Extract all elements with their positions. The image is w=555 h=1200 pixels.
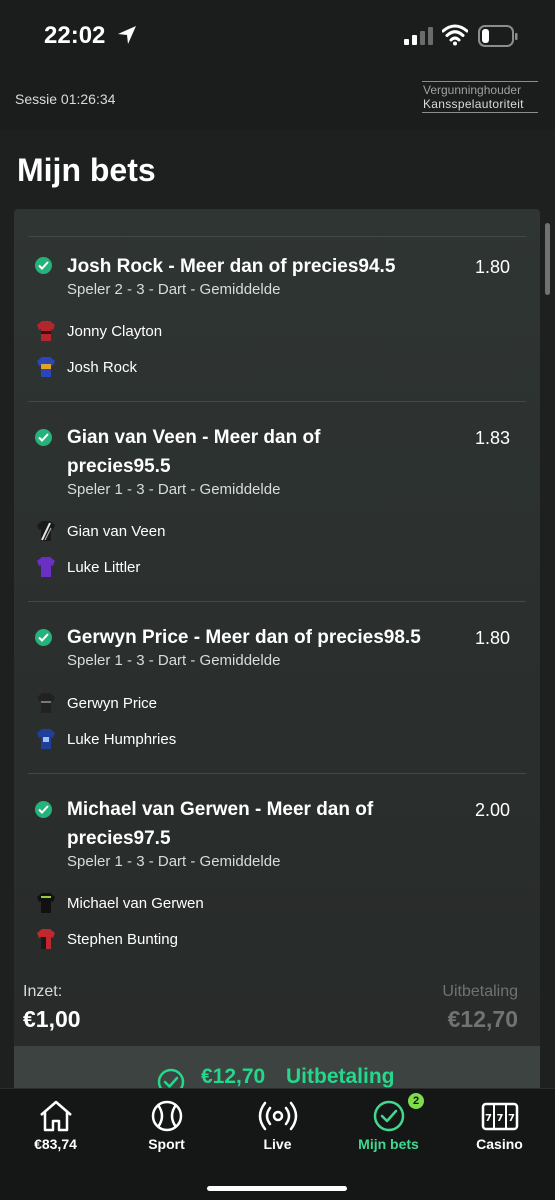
payout-label: Uitbetaling (442, 983, 518, 1000)
session-timer: Sessie 01:26:34 (15, 91, 116, 107)
cellular-signal-icon (404, 27, 433, 45)
bets-count-badge: 2 (408, 1093, 424, 1109)
won-check-icon (35, 629, 52, 646)
player-name: Michael van Gerwen (67, 895, 204, 912)
player-name: Josh Rock (67, 359, 138, 376)
bet-item[interactable]: Gerwyn Price - Meer dan of precies98.5 1… (28, 601, 526, 773)
player-shirt-icon (37, 357, 55, 377)
player-name: Gerwyn Price (67, 695, 158, 712)
license-badge[interactable]: Vergunninghouder Kansspelautoriteit (422, 81, 538, 113)
stake-label: Inzet: (23, 983, 63, 1000)
won-check-icon (35, 257, 52, 274)
bet-item[interactable]: Gian van Veen - Meer dan of precies95.5 … (28, 401, 526, 601)
player-name: Stephen Bunting (67, 931, 178, 948)
location-arrow-icon (118, 26, 136, 44)
status-bar: 22:02 (0, 0, 555, 76)
nav-item-casino[interactable]: 7 7 7 Casino (444, 1089, 555, 1159)
slot-machine-icon: 7 7 7 (481, 1102, 519, 1131)
home-indicator[interactable] (207, 1186, 347, 1191)
player-name: Jonny Clayton (67, 323, 163, 340)
bet-title: Gerwyn Price - Meer dan of precies98.5 (67, 623, 421, 652)
nav-label: Live (263, 1136, 292, 1152)
tennis-ball-icon (151, 1100, 183, 1132)
nav-item-my-bets[interactable]: Mijn bets (333, 1089, 444, 1159)
home-icon (40, 1100, 72, 1132)
bet-title-line: Josh Rock - Meer dan of precies94.5 (67, 256, 396, 277)
bottom-nav: €83,74 Sport Live Mijn bets 2 7 7 7 Casi… (0, 1088, 555, 1200)
bet-title-line: precies95.5 (67, 456, 171, 477)
bet-odds: 2.00 (474, 800, 510, 820)
bet-market: Speler 1 - 3 - Dart - Gemiddelde (67, 853, 281, 870)
nav-label: Sport (148, 1136, 185, 1152)
won-check-icon (35, 429, 52, 446)
svg-text:7: 7 (508, 1113, 515, 1124)
svg-text:7: 7 (497, 1113, 504, 1124)
license-line-1: Vergunninghouder (423, 83, 522, 97)
license-line-2: Kansspelautoriteit (423, 97, 524, 111)
bet-market: Speler 2 - 3 - Dart - Gemiddelde (67, 281, 281, 298)
bet-odds: 1.83 (474, 428, 510, 448)
nav-label: Casino (476, 1136, 523, 1152)
wifi-icon (442, 24, 468, 46)
nav-item-home[interactable]: €83,74 (0, 1089, 111, 1159)
player-shirt-icon (37, 693, 55, 713)
bet-slip-card[interactable]: Josh Rock - Meer dan of precies94.5 1.80… (14, 209, 540, 1088)
player-shirt-icon (37, 521, 55, 541)
player-shirt-icon (37, 557, 55, 577)
page-title: Mijn bets (17, 152, 156, 188)
nav-label: €83,74 (34, 1136, 77, 1152)
bet-market: Speler 1 - 3 - Dart - Gemiddelde (67, 481, 281, 498)
bet-item[interactable]: Josh Rock - Meer dan of precies94.5 1.80… (28, 236, 526, 401)
status-time: 22:02 (44, 22, 106, 49)
bet-title: Josh Rock - Meer dan of precies94.5 (67, 252, 395, 281)
battery-icon (478, 25, 518, 47)
payout-button-label: Uitbetaling (286, 1065, 395, 1088)
player-name: Luke Littler (67, 559, 141, 576)
player-name: Luke Humphries (67, 731, 177, 748)
bet-title: Michael van Gerwen - Meer dan of precies… (67, 795, 427, 853)
player-shirt-icon (37, 321, 55, 341)
bet-odds: 1.80 (474, 628, 510, 648)
bet-market: Speler 1 - 3 - Dart - Gemiddelde (67, 652, 281, 669)
bet-title-line: precies97.5 (67, 828, 171, 849)
bet-odds: 1.80 (474, 257, 510, 277)
check-circle-icon (373, 1100, 405, 1132)
live-broadcast-icon (258, 1101, 298, 1131)
scrollbar[interactable] (545, 223, 550, 295)
player-name: Gian van Veen (67, 523, 166, 540)
bet-item[interactable]: Michael van Gerwen - Meer dan of precies… (28, 773, 526, 963)
payout-value: €12,70 (447, 1006, 518, 1032)
payout-button[interactable]: €12,70 Uitbetaling (14, 1046, 540, 1088)
player-shirt-icon (37, 929, 55, 949)
won-check-icon (35, 801, 52, 818)
session-bar: Sessie 01:26:34 Vergunninghouder Kansspe… (0, 76, 555, 130)
player-shirt-icon (37, 729, 55, 749)
stake-value: €1,00 (23, 1006, 81, 1032)
player-shirt-icon (37, 893, 55, 913)
bet-title-line: Michael van Gerwen - Meer dan of (67, 799, 374, 820)
bet-title: Gian van Veen - Meer dan of precies95.5 (67, 423, 397, 481)
nav-label: Mijn bets (358, 1136, 419, 1152)
payout-amount: €12,70 (201, 1065, 266, 1088)
svg-text:7: 7 (485, 1113, 492, 1124)
bet-title-line: Gian van Veen - Meer dan of (67, 427, 321, 448)
check-circle-icon (157, 1068, 185, 1088)
my-bets-page: Mijn bets Josh Rock - Meer dan of precie… (0, 130, 555, 1088)
bet-title-line: Gerwyn Price - Meer dan of precies98.5 (67, 627, 421, 648)
nav-item-sport[interactable]: Sport (111, 1089, 222, 1159)
nav-item-live[interactable]: Live (222, 1089, 333, 1159)
